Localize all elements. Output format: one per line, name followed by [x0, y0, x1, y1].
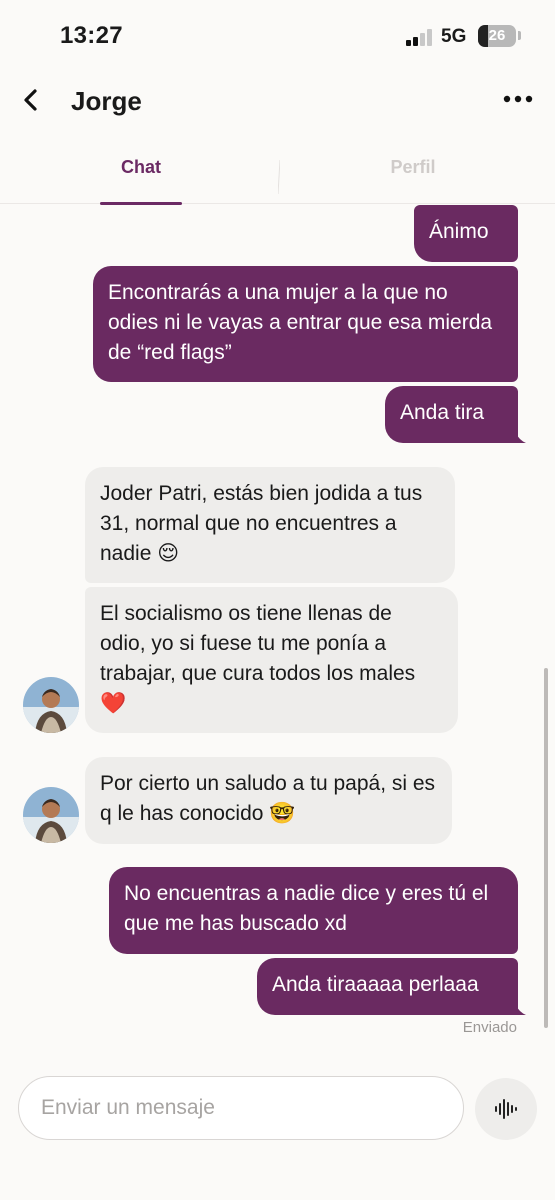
message-text: Anda tira — [400, 401, 485, 424]
message-text: Joder Patri, estás bien jodida a tus 31,… — [100, 482, 423, 565]
message-bubble-incoming[interactable]: El socialismo os tiene llenas de odio, y… — [85, 587, 458, 733]
bubble-tail — [516, 1005, 526, 1015]
message-bubble-incoming[interactable]: Por cierto un saludo a tu papá, si es q … — [85, 757, 452, 844]
message-text: Anda tiraaaaa perlaaa — [272, 973, 479, 996]
battery-percent: 26 — [488, 27, 506, 44]
contact-avatar[interactable] — [23, 677, 79, 733]
battery-cap — [518, 31, 521, 40]
tab-perfil[interactable]: Perfil — [370, 140, 456, 204]
bubble-tail — [516, 433, 526, 443]
voice-message-button[interactable] — [475, 1078, 537, 1140]
message-bubble-outgoing[interactable]: Encontrarás a una mujer a la que no odie… — [93, 266, 518, 382]
message-text: El socialismo os tiene llenas de odio, y… — [100, 602, 416, 715]
tab-perfil-label: Perfil — [390, 157, 436, 177]
contact-avatar[interactable] — [23, 787, 79, 843]
message-text: Por cierto un saludo a tu papá, si es q … — [100, 772, 436, 825]
message-bubble-outgoing[interactable]: Anda tira — [385, 386, 518, 443]
tab-bar: Chat Perfil — [0, 140, 555, 205]
message-text: Ánimo — [429, 220, 489, 243]
message-list[interactable]: Ánimo Encontrarás a una mujer a la que n… — [0, 205, 555, 1045]
cellular-signal-icon — [406, 29, 434, 46]
message-bubble-incoming[interactable]: Joder Patri, estás bien jodida a tus 31,… — [85, 467, 455, 583]
message-bubble-outgoing[interactable]: No encuentras a nadie dice y eres tú el … — [109, 867, 518, 954]
delivery-status: Enviado — [462, 1019, 517, 1036]
battery-icon: 26 — [478, 25, 516, 47]
contact-name: Jorge — [71, 86, 142, 116]
chat-header: Jorge — [0, 70, 555, 132]
tab-chat[interactable]: Chat — [100, 140, 182, 205]
status-bar: 13:27 5G 26 — [0, 0, 555, 70]
message-input[interactable] — [18, 1076, 464, 1140]
message-composer — [0, 1060, 555, 1200]
scrollbar[interactable] — [544, 668, 548, 1028]
tab-chat-label: Chat — [121, 157, 161, 177]
message-bubble-outgoing[interactable]: Anda tiraaaaa perlaaa — [257, 958, 518, 1015]
network-type: 5G — [441, 26, 467, 47]
message-bubble-outgoing[interactable]: Ánimo — [414, 205, 518, 262]
message-text: No encuentras a nadie dice y eres tú el … — [124, 882, 489, 935]
voice-waveform-icon — [495, 1099, 517, 1119]
chevron-left-icon[interactable] — [20, 86, 42, 114]
message-text: Encontrarás a una mujer a la que no odie… — [108, 281, 493, 364]
more-horizontal-icon[interactable] — [502, 94, 534, 104]
status-time: 13:27 — [60, 22, 123, 49]
tab-divider — [278, 160, 280, 194]
